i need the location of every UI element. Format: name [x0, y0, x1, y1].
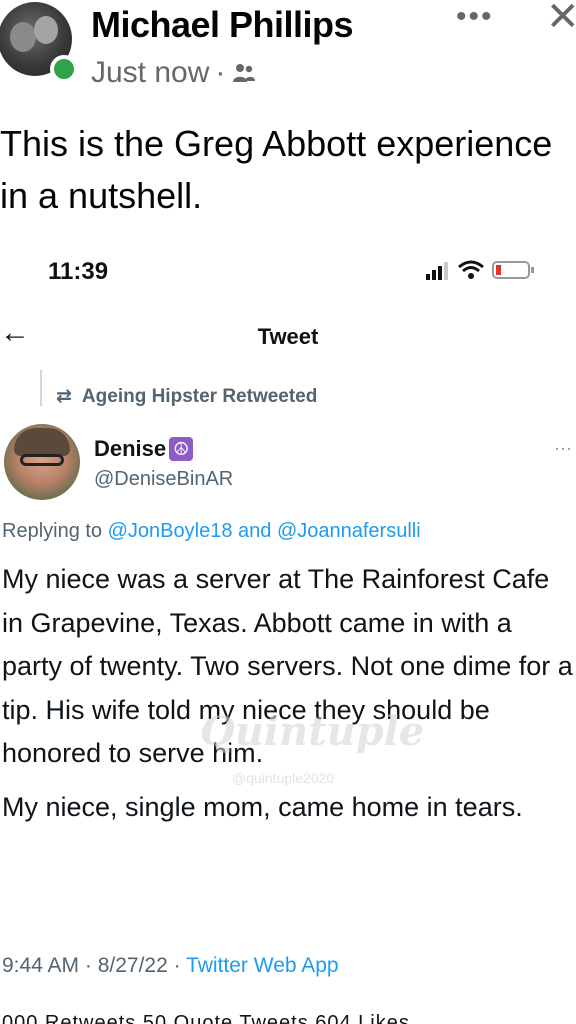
- timestamp-text: 9:44 AM · 8/27/22 ·: [2, 954, 181, 977]
- post-meta: Just now ·: [91, 56, 257, 90]
- tweet-author-handle[interactable]: @DeniseBinAR: [94, 468, 233, 491]
- replying-prefix: Replying to: [2, 520, 103, 542]
- mention-link-2[interactable]: @Joannafersulli: [277, 520, 421, 542]
- replying-and: and: [238, 520, 272, 542]
- meta-separator: ·: [215, 56, 226, 89]
- tweet-body: My niece was a server at The Rainforest …: [2, 558, 576, 839]
- avatar-face-right: [34, 16, 58, 44]
- tweet-author-name-text: Denise: [94, 436, 167, 461]
- retweeted-by-label: Ageing Hipster Retweeted: [81, 385, 318, 407]
- retweet-icon: ⇄: [56, 386, 72, 407]
- watermark-handle: @quintuple2020: [232, 770, 335, 786]
- close-icon[interactable]: ✕: [546, 0, 576, 40]
- source-app-link[interactable]: Twitter Web App: [186, 954, 339, 977]
- mention-link-1[interactable]: @JonBoyle18: [108, 520, 233, 542]
- replying-to: Replying to @JonBoyle18 and @Joannafersu…: [2, 520, 421, 543]
- post-text: This is the Greg Abbott experience in a …: [0, 123, 553, 216]
- post-header: Michael Phillips Just now · ••• ✕: [0, 0, 576, 100]
- status-bar-time: 11:39: [48, 258, 109, 285]
- tweet-author-name[interactable]: Denise ☮: [94, 436, 194, 462]
- more-options-icon[interactable]: •••: [456, 0, 494, 34]
- friends-audience-icon[interactable]: [231, 60, 257, 86]
- tweet-author-avatar[interactable]: [4, 424, 80, 500]
- embedded-tweet-screenshot: 11:39 ← Tweet ⇄ Ageing Hipster Retweeted: [0, 238, 576, 1024]
- signal-icon: [426, 262, 448, 280]
- thread-line: [40, 370, 42, 406]
- avatar-hair: [14, 428, 70, 456]
- tweet-paragraph-1: My niece was a server at The Rainforest …: [2, 564, 573, 768]
- tweet-paragraph-2: My niece, single mom, came home in tears…: [2, 791, 523, 822]
- retweeted-by[interactable]: ⇄ Ageing Hipster Retweeted: [56, 385, 317, 408]
- peace-emoji-icon: ☮: [169, 437, 194, 461]
- tweet-title: Tweet: [257, 324, 319, 349]
- online-status-icon: [50, 55, 78, 83]
- battery-icon: [492, 261, 534, 279]
- avatar-face-left: [10, 22, 36, 52]
- tweet-timestamp: 9:44 AM · 8/27/22 · Twitter Web App: [2, 954, 339, 978]
- tweet-more-icon[interactable]: ···: [554, 438, 572, 459]
- avatar-glasses: [20, 454, 64, 466]
- author-name[interactable]: Michael Phillips: [91, 4, 354, 46]
- wifi-icon: [458, 260, 484, 279]
- status-bar-icons: [426, 260, 536, 280]
- tweet-stats: 000 Retweets 50 Quote Tweets 604 Likes: [2, 1012, 410, 1024]
- tweet-header: ← Tweet: [0, 316, 576, 360]
- post-time[interactable]: Just now: [91, 56, 209, 90]
